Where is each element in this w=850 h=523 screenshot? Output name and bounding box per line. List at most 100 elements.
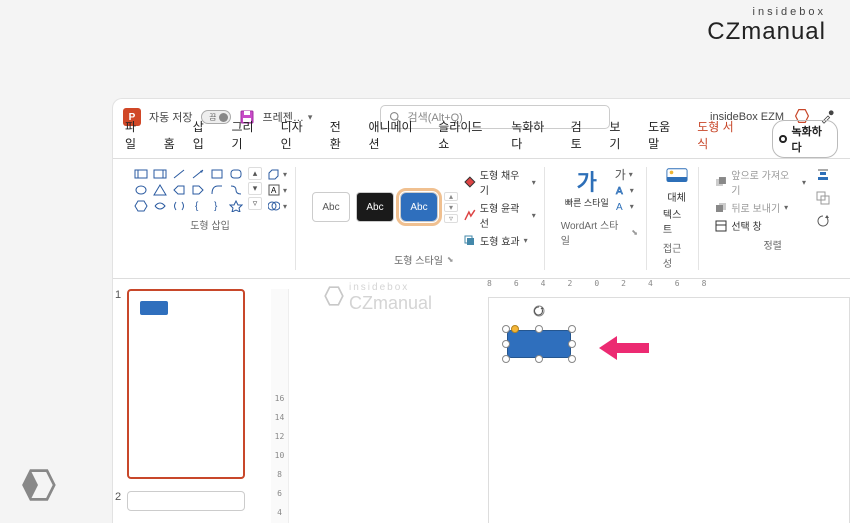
- edit-shape-button[interactable]: ▾: [268, 167, 287, 181]
- gallery-down-icon[interactable]: ▾: [248, 182, 262, 195]
- slide-thumbnail-panel: 1 2: [113, 279, 263, 523]
- brand-line1: insidebox: [707, 6, 826, 18]
- resize-handle-tr[interactable]: [568, 325, 576, 333]
- toggle-knob: [219, 113, 228, 122]
- tab-home[interactable]: 홈: [164, 135, 175, 158]
- resize-handle-br[interactable]: [568, 355, 576, 363]
- tab-help[interactable]: 도움말: [648, 118, 679, 158]
- group-label-shape-insert: 도형 삽입: [190, 217, 230, 232]
- thumb-number-2: 2: [115, 491, 121, 503]
- send-backward-label: 뒤로 보내기: [731, 200, 780, 215]
- shape-gallery[interactable]: { } ▴ ▾ ▿: [133, 167, 262, 213]
- shape-effects-label: 도형 효과: [480, 233, 520, 248]
- send-backward-button[interactable]: 뒤로 보내기▾: [715, 200, 806, 215]
- resize-handle-tc[interactable]: [535, 325, 543, 333]
- resize-handle-mr[interactable]: [568, 340, 576, 348]
- tab-design[interactable]: 디자인: [281, 118, 312, 158]
- rounded-rect-shape[interactable]: [507, 330, 571, 358]
- rotate-button[interactable]: [816, 214, 830, 233]
- dialog-launcher-icon[interactable]: ⬊: [447, 255, 454, 264]
- vertical-ruler: 0 2 4 6 8 10 12 14 16: [271, 289, 289, 523]
- dialog-launcher-wordart-icon[interactable]: ⬊: [631, 228, 638, 237]
- tab-slideshow[interactable]: 슬라이드 쇼: [438, 118, 493, 158]
- tab-review[interactable]: 검토: [571, 118, 592, 158]
- tab-animations[interactable]: 애니메이션: [368, 118, 420, 158]
- group-shape-insert: { } ▴ ▾ ▿ ▾ A▾ ▾ 도형 삽입: [125, 167, 296, 270]
- align-button[interactable]: [816, 168, 830, 187]
- shape-effects-button[interactable]: 도형 효과▾: [464, 233, 536, 248]
- brand-watermark: insidebox CZmanual: [707, 6, 826, 46]
- watermark-line2: CZmanual: [349, 293, 432, 314]
- text-fill-button[interactable]: 가▾: [615, 167, 634, 181]
- tab-insert[interactable]: 삽입: [193, 118, 214, 158]
- bring-forward-label: 앞으로 가져오기: [731, 167, 798, 197]
- svg-text:A: A: [616, 202, 623, 212]
- tab-shape-format[interactable]: 도형 서식: [697, 118, 742, 158]
- style-down-icon[interactable]: ▾: [444, 203, 458, 212]
- gallery-more-icon[interactable]: ▿: [248, 197, 262, 210]
- group-button[interactable]: [816, 191, 830, 210]
- gallery-up-icon[interactable]: ▴: [248, 167, 262, 180]
- slide-thumb-1[interactable]: 1: [127, 289, 253, 479]
- selection-pane-button[interactable]: 선택 창: [715, 218, 806, 233]
- shape-format-list: 도형 채우기▾ 도형 윤곽선▾ 도형 효과▾: [464, 167, 536, 248]
- style-swatch-3-selected[interactable]: Abc: [400, 192, 438, 222]
- alt-text-button[interactable]: 대체 텍스트: [663, 167, 690, 236]
- merge-shapes-button[interactable]: ▾: [268, 199, 287, 213]
- resize-handle-ml[interactable]: [502, 340, 510, 348]
- selected-shape[interactable]: [507, 330, 571, 358]
- svg-text:A: A: [616, 186, 623, 196]
- workspace: 1 2 insidebox CZmanual 0 2 4 6: [113, 279, 850, 523]
- tab-view[interactable]: 보기: [609, 118, 630, 158]
- wordart-glyph-filled: 가: [577, 172, 597, 194]
- resize-handle-bl[interactable]: [502, 355, 510, 363]
- style-gallery-scroll[interactable]: ▴ ▾ ▿: [444, 192, 458, 223]
- style-swatch-2[interactable]: Abc: [356, 192, 394, 222]
- shape-outline-label: 도형 윤곽선: [480, 200, 528, 230]
- resize-handle-tl[interactable]: [502, 325, 510, 333]
- text-box-button[interactable]: A▾: [268, 183, 287, 197]
- ribbon: { } ▴ ▾ ▿ ▾ A▾ ▾ 도형 삽입: [113, 159, 850, 279]
- group-accessibility: 대체 텍스트 접근성: [655, 167, 699, 270]
- slide-canvas[interactable]: [488, 297, 850, 523]
- watermark-line1: insidebox: [349, 282, 432, 293]
- svg-text:A: A: [271, 186, 277, 195]
- text-effects-button[interactable]: A▾: [615, 199, 634, 213]
- resize-handle-bc[interactable]: [535, 355, 543, 363]
- style-swatch-1[interactable]: Abc: [312, 192, 350, 222]
- hex-logo-badge: [20, 467, 56, 503]
- selection-pane-label: 선택 창: [731, 218, 761, 233]
- tab-file[interactable]: 파일: [125, 118, 146, 158]
- record-button[interactable]: 녹화하다: [772, 120, 838, 158]
- group-label-shape-styles: 도형 스타일: [394, 252, 443, 267]
- style-more-icon[interactable]: ▿: [444, 214, 458, 223]
- thumb-shape-preview: [140, 301, 168, 315]
- canvas-watermark: insidebox CZmanual: [323, 282, 432, 314]
- shape-fill-button[interactable]: 도형 채우기▾: [464, 167, 536, 197]
- text-outline-button[interactable]: A▾: [615, 183, 634, 197]
- bring-forward-button[interactable]: 앞으로 가져오기▾: [715, 167, 806, 197]
- shape-edit-column: ▾ A▾ ▾: [268, 167, 287, 213]
- svg-text:{: {: [195, 201, 199, 212]
- group-arrange: 앞으로 가져오기▾ 뒤로 보내기▾ 선택 창 정렬: [707, 167, 838, 270]
- style-up-icon[interactable]: ▴: [444, 192, 458, 201]
- record-dot-icon: [779, 135, 787, 143]
- ribbon-tabbar: 파일 홈 삽입 그리기 디자인 전환 애니메이션 슬라이드 쇼 녹화하다 검토 …: [113, 133, 850, 159]
- record-button-label: 녹화하다: [792, 123, 830, 155]
- svg-text:}: }: [214, 201, 218, 212]
- tab-record[interactable]: 녹화하다: [511, 118, 552, 158]
- canvas-area: insidebox CZmanual 0 2 4 6 8 10 12 14 16…: [263, 279, 850, 523]
- tab-transitions[interactable]: 전환: [330, 118, 351, 158]
- quick-styles-label: 빠른 스타일: [565, 196, 609, 209]
- alt-text-label1: 대체: [667, 189, 685, 204]
- shape-fill-label: 도형 채우기: [480, 167, 528, 197]
- group-shape-styles: Abc Abc Abc ▴ ▾ ▿ 도형 채우기▾ 도형 윤곽선▾ 도형 효과▾…: [304, 167, 545, 270]
- shape-gallery-scroll[interactable]: ▴ ▾ ▿: [248, 167, 262, 213]
- alt-text-label2: 텍스트: [663, 206, 690, 236]
- slide-thumb-2[interactable]: 2: [127, 491, 253, 511]
- tab-draw[interactable]: 그리기: [232, 118, 263, 158]
- shape-outline-button[interactable]: 도형 윤곽선▾: [464, 200, 536, 230]
- rotate-handle[interactable]: [533, 304, 545, 316]
- powerpoint-window: P 자동 저장 끔 프레젠… ▾ 검색(Alt+Q) insideBox EZM…: [112, 98, 850, 523]
- quick-styles-button[interactable]: 가 빠른 스타일: [565, 172, 609, 209]
